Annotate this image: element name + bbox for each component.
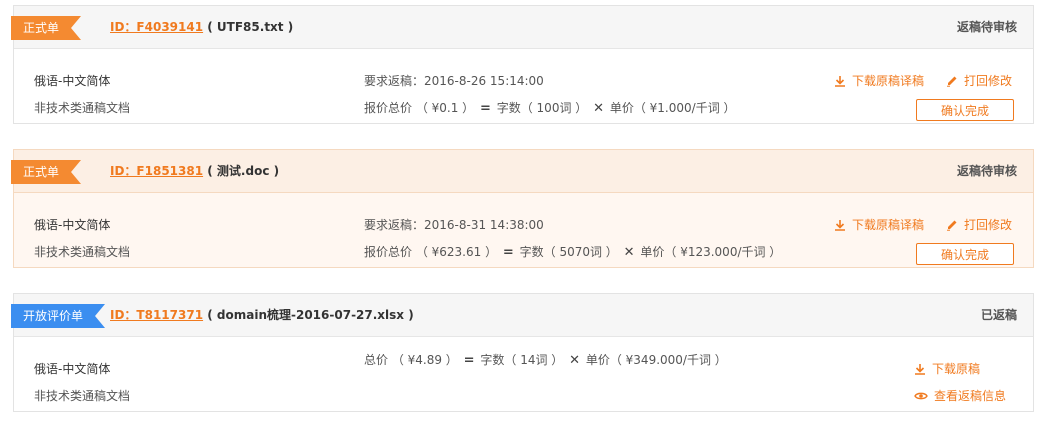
download-icon [915, 364, 925, 375]
language-pair: 俄语-中文简体 [34, 74, 111, 88]
equals-icon: = [463, 353, 475, 368]
document-type: 非技术类通稿文档 [34, 101, 131, 115]
order-body: 俄语-中文简体 非技术类通稿文档 要求返稿：2016-8-31 14:38:00… [14, 193, 1033, 267]
pencil-icon [947, 220, 957, 231]
order-type-tag: 正式单 [11, 160, 81, 184]
price-breakdown: 报价总价 （ ¥623.61 ） = 字数（ 5070词 ） ✕ 单价（ ¥12… [364, 243, 781, 260]
revise-button[interactable]: 打回修改 [946, 216, 1012, 233]
unit-price: 单价（ ¥123.000/千词 ） [640, 245, 782, 259]
language-pair: 俄语-中文简体 [34, 362, 111, 376]
eye-icon [914, 392, 928, 400]
multiply-icon: ✕ [623, 245, 635, 260]
equals-icon: = [480, 101, 491, 116]
order-id-link[interactable]: ID：F1851381 [110, 164, 203, 178]
word-count: 字数（ 100词 ） [496, 101, 588, 115]
order-status: 已返稿 [980, 308, 1017, 322]
download-label: 下载原稿 [932, 362, 981, 376]
order-title: ID：F1851381 ( 测试.doc ) [110, 163, 279, 179]
order-id-link[interactable]: ID：T8117371 [110, 308, 203, 322]
word-count: 字数（ 5070词 ） [519, 245, 618, 259]
download-button[interactable]: 下载原稿译稿 [834, 72, 924, 89]
revise-button[interactable]: 打回修改 [946, 72, 1012, 89]
view-label: 查看返稿信息 [934, 389, 1007, 403]
order-header: 正式单 ID：F1851381 ( 测试.doc ) 返稿待审核 [14, 150, 1033, 193]
order-card: 正式单 ID：F4039141 ( UTF85.txt ) 返稿待审核 俄语-中… [13, 5, 1034, 124]
order-filename: ( 测试.doc ) [207, 164, 280, 178]
confirm-complete-button[interactable]: 确认完成 [916, 243, 1014, 265]
order-status: 返稿待审核 [956, 164, 1017, 178]
equals-icon: = [502, 245, 514, 260]
order-type-tag: 正式单 [11, 16, 81, 40]
download-label: 下载原稿译稿 [852, 218, 925, 232]
order-card: 开放评价单 ID：T8117371 ( domain梳理-2016-07-27.… [13, 293, 1034, 412]
order-header: 正式单 ID：F4039141 ( UTF85.txt ) 返稿待审核 [14, 6, 1033, 49]
order-title: ID：T8117371 ( domain梳理-2016-07-27.xlsx ) [110, 307, 414, 323]
deadline: 要求返稿：2016-8-31 14:38:00 [364, 218, 544, 232]
order-title: ID：F4039141 ( UTF85.txt ) [110, 19, 293, 35]
revise-label: 打回修改 [964, 74, 1013, 88]
revise-label: 打回修改 [964, 218, 1013, 232]
order-filename: ( UTF85.txt ) [207, 20, 294, 34]
order-type-tag: 开放评价单 [11, 304, 105, 328]
order-body: 俄语-中文简体 非技术类通稿文档 要求返稿：2016-8-26 15:14:00… [14, 49, 1033, 123]
price-total: 报价总价 （ ¥0.1 ） [364, 101, 475, 115]
multiply-icon: ✕ [593, 101, 605, 116]
price-total: 总价 （ ¥4.89 ） [364, 353, 458, 367]
confirm-complete-button[interactable]: 确认完成 [916, 99, 1014, 121]
download-button[interactable]: 下载原稿 [914, 360, 980, 377]
unit-price: 单价（ ¥349.000/千词 ） [585, 353, 727, 367]
multiply-icon: ✕ [569, 353, 581, 368]
download-label: 下载原稿译稿 [852, 74, 925, 88]
deadline: 要求返稿：2016-8-26 15:14:00 [364, 74, 544, 88]
view-return-info-button[interactable]: 查看返稿信息 [914, 387, 1006, 404]
order-card: 正式单 ID：F1851381 ( 测试.doc ) 返稿待审核 俄语-中文简体… [13, 149, 1034, 268]
language-pair: 俄语-中文简体 [34, 218, 111, 232]
order-filename: ( domain梳理-2016-07-27.xlsx ) [207, 308, 414, 322]
download-icon [835, 76, 845, 87]
order-body: 俄语-中文简体 非技术类通稿文档 总价 （ ¥4.89 ） = 字数（ 14词 … [14, 337, 1033, 411]
price-total: 报价总价 （ ¥623.61 ） [364, 245, 498, 259]
order-id-link[interactable]: ID：F4039141 [110, 20, 203, 34]
price-breakdown: 报价总价 （ ¥0.1 ） = 字数（ 100词 ） ✕ 单价（ ¥1.000/… [364, 99, 736, 116]
price-breakdown: 总价 （ ¥4.89 ） = 字数（ 14词 ） ✕ 单价（ ¥349.000/… [364, 351, 727, 368]
word-count: 字数（ 14词 ） [480, 353, 564, 367]
download-button[interactable]: 下载原稿译稿 [834, 216, 924, 233]
document-type: 非技术类通稿文档 [34, 245, 131, 259]
unit-price: 单价（ ¥1.000/千词 ） [609, 101, 736, 115]
document-type: 非技术类通稿文档 [34, 389, 131, 403]
download-icon [835, 220, 845, 231]
order-status: 返稿待审核 [956, 20, 1017, 34]
order-header: 开放评价单 ID：T8117371 ( domain梳理-2016-07-27.… [14, 294, 1033, 337]
pencil-icon [947, 76, 957, 87]
